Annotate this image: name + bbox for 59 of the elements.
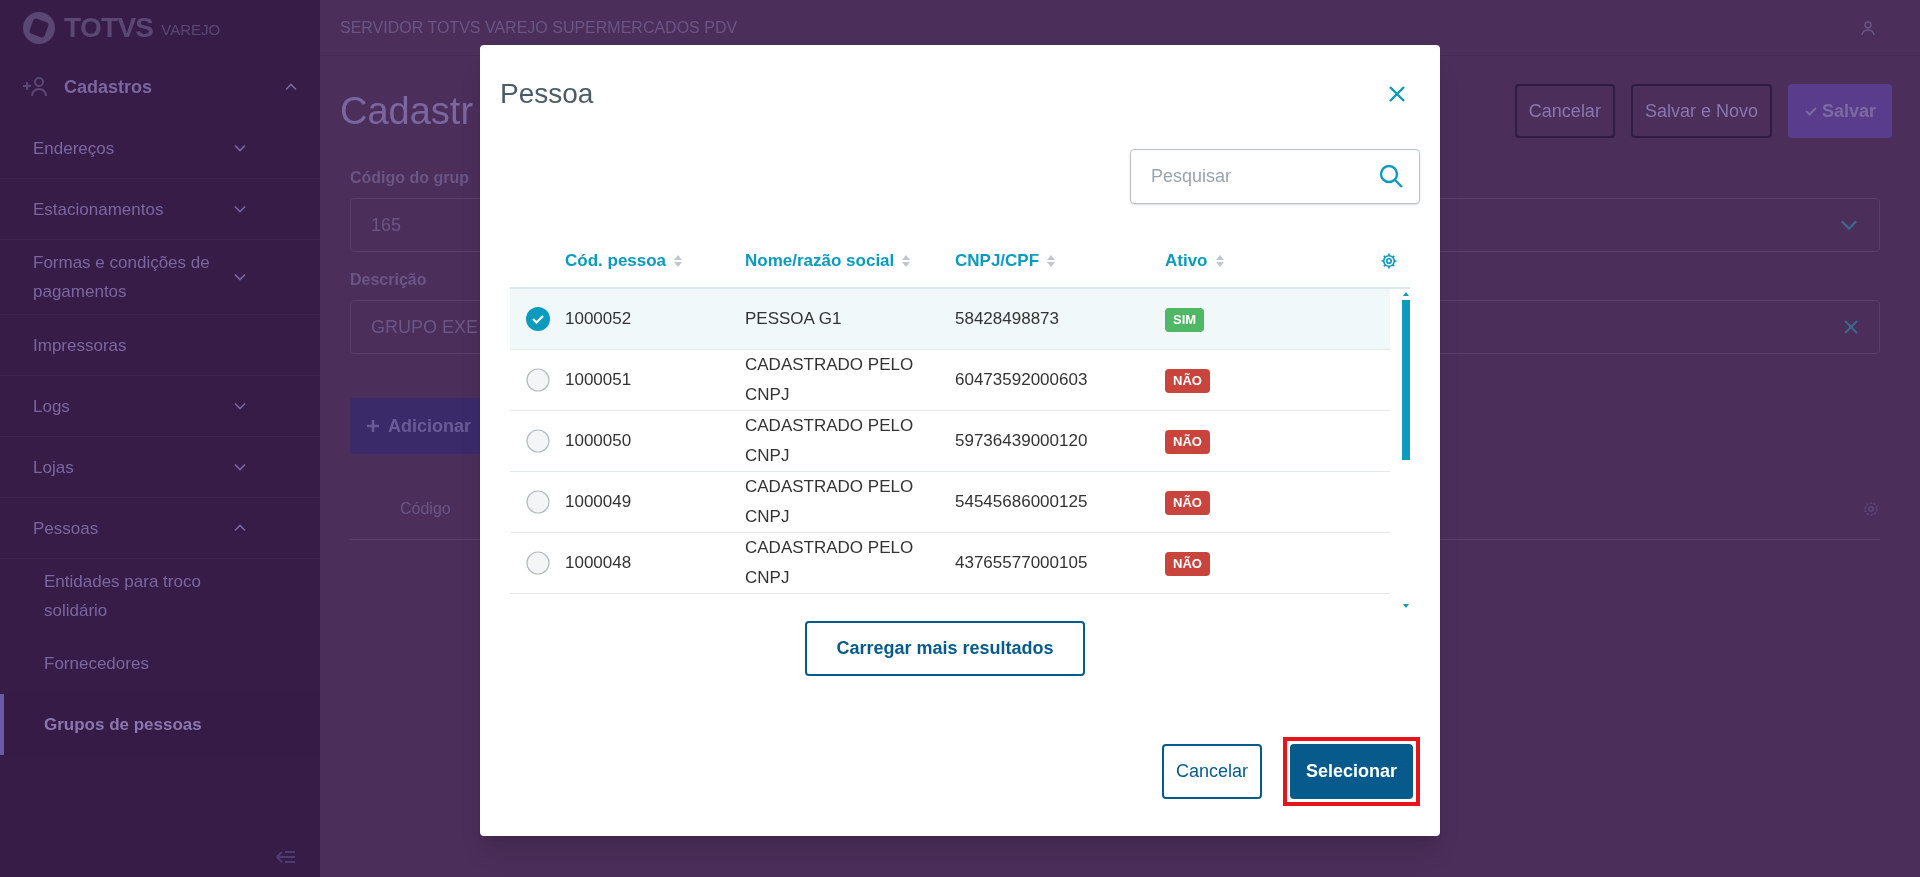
load-more-button[interactable]: Carregar mais resultados bbox=[805, 621, 1085, 676]
select-button[interactable]: Selecionar bbox=[1289, 744, 1413, 799]
scrollbar[interactable] bbox=[1402, 292, 1410, 608]
radio-icon[interactable] bbox=[525, 551, 550, 575]
table-cell-text: 60473592000603 bbox=[955, 369, 1089, 392]
table-cell-text: 1000052 bbox=[565, 308, 633, 331]
settings-icon[interactable] bbox=[1380, 251, 1398, 270]
column-header[interactable]: Nome/razão social bbox=[745, 247, 955, 274]
sort-icon[interactable] bbox=[1215, 254, 1224, 267]
status-badge: NÃO bbox=[1165, 430, 1210, 454]
check-icon bbox=[1803, 104, 1818, 118]
radio-icon[interactable] bbox=[525, 429, 550, 453]
close-icon[interactable] bbox=[1388, 85, 1406, 103]
scroll-up-icon[interactable] bbox=[1403, 292, 1409, 296]
sidebar-subitem[interactable]: Entidades para troco solidário bbox=[0, 559, 320, 633]
radio-icon[interactable] bbox=[525, 368, 550, 392]
table-cell-text: 54545686000125 bbox=[955, 491, 1089, 514]
modal-title: Pessoa bbox=[500, 77, 594, 111]
table-cell-text: PESSOA G1 bbox=[745, 308, 843, 330]
action-button[interactable]: Salvar e Novo bbox=[1630, 84, 1772, 138]
action-button[interactable]: Cancelar bbox=[1514, 84, 1615, 138]
settings-icon[interactable] bbox=[1862, 499, 1880, 518]
sort-icon[interactable] bbox=[674, 254, 683, 267]
sort-icon[interactable] bbox=[902, 254, 911, 267]
collapse-icon[interactable] bbox=[276, 849, 296, 865]
search-icon[interactable] bbox=[1378, 163, 1404, 189]
table-cell-text: CADASTRADO PELO CNPJ bbox=[745, 354, 915, 406]
status-badge: SIM bbox=[1165, 308, 1205, 332]
sidebar-subitem[interactable]: Fornecedores bbox=[0, 633, 320, 694]
table-cell-text: 58428498873 bbox=[955, 308, 1060, 331]
menu-section[interactable]: Cadastros bbox=[64, 73, 268, 101]
clear-icon[interactable] bbox=[1843, 319, 1859, 335]
scroll-down-icon[interactable] bbox=[1403, 604, 1409, 608]
radio-icon[interactable] bbox=[525, 490, 550, 514]
table-cell-text: CADASTRADO PELO CNPJ bbox=[745, 537, 915, 589]
status-badge: NÃO bbox=[1165, 491, 1210, 515]
cancel-button[interactable]: Cancelar bbox=[1161, 744, 1262, 799]
table-row[interactable]: 1000052 PESSOA G1 58428498873 SIM bbox=[510, 289, 1390, 350]
radio-checked-icon[interactable] bbox=[525, 307, 550, 331]
table-cell-text: 59736439000120 bbox=[955, 430, 1089, 453]
status-badge: NÃO bbox=[1165, 552, 1210, 576]
column-header[interactable]: CNPJ/CPF bbox=[955, 247, 1165, 274]
table-cell-text: CADASTRADO PELO CNPJ bbox=[745, 415, 915, 467]
search-field[interactable]: Pesquisar bbox=[1130, 149, 1420, 204]
table-cell-text: 1000049 bbox=[565, 491, 633, 514]
status-badge: NÃO bbox=[1165, 369, 1210, 393]
table-cell-text: 1000048 bbox=[565, 552, 633, 575]
table-cell-text: 1000051 bbox=[565, 369, 633, 392]
table-cell-text: CADASTRADO PELO CNPJ bbox=[745, 476, 915, 528]
add-user-icon bbox=[22, 77, 48, 97]
page-title: Cadastr bbox=[340, 89, 474, 132]
logo-icon bbox=[22, 11, 56, 45]
plus-icon bbox=[366, 419, 380, 433]
table-cell-text: 1000050 bbox=[565, 430, 633, 453]
column-header[interactable]: Cód. pessoa bbox=[565, 247, 745, 274]
table-cell-text: 43765577000105 bbox=[955, 552, 1089, 575]
user-icon[interactable] bbox=[1860, 19, 1876, 36]
sort-icon[interactable] bbox=[1047, 254, 1056, 267]
column-header[interactable]: Ativo bbox=[1165, 247, 1365, 274]
